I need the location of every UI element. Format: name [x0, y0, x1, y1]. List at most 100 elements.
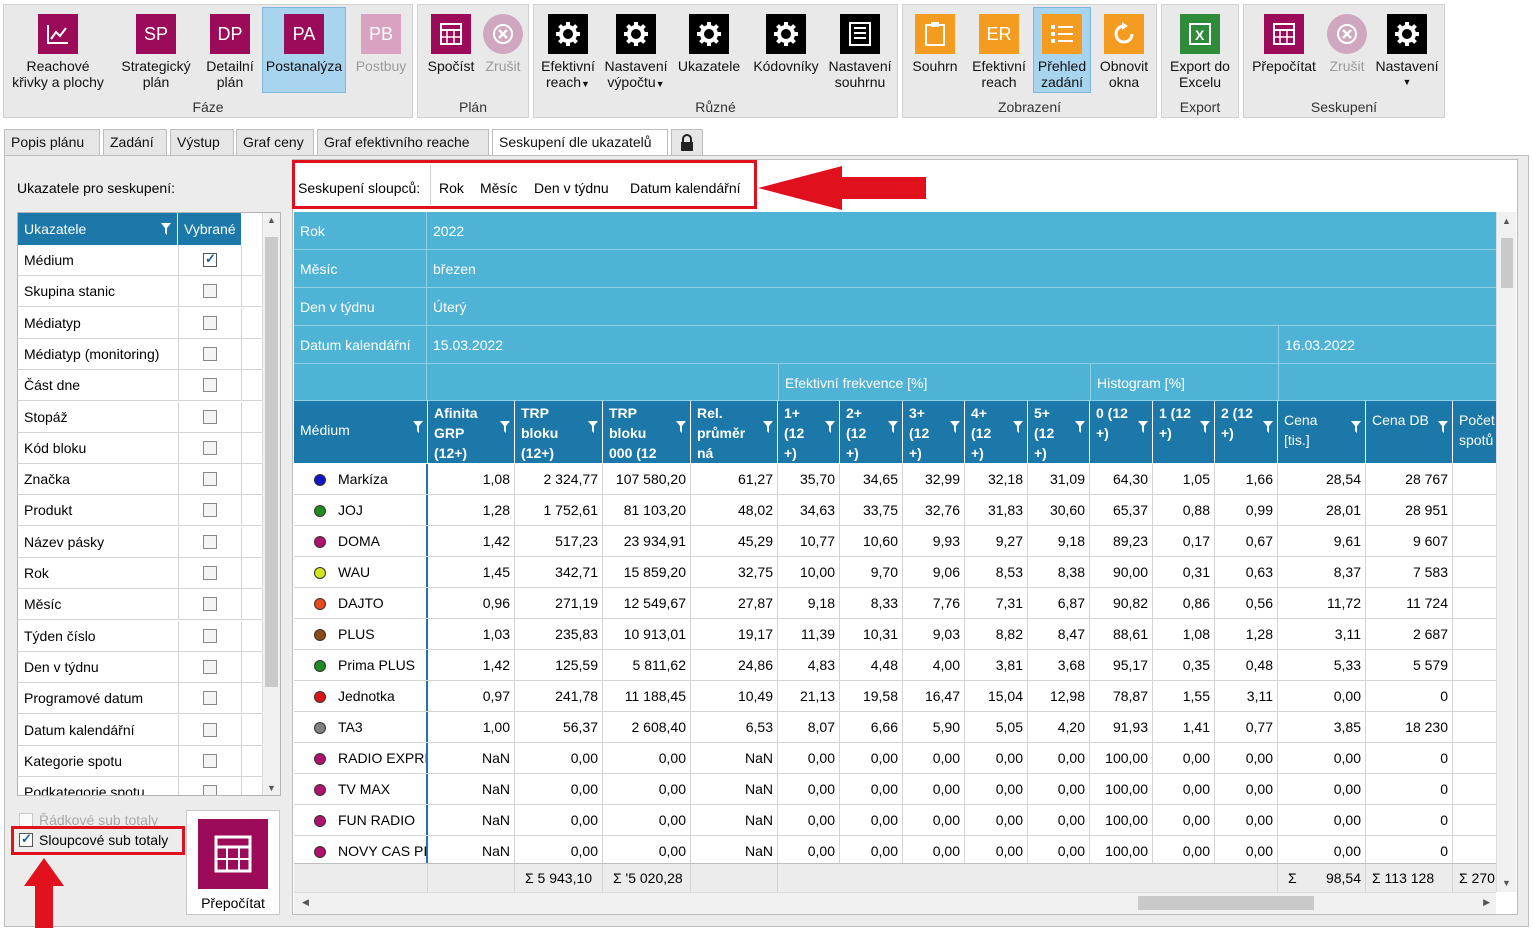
indicator-row[interactable]: Den v týdnu — [18, 651, 262, 683]
indicator-checkbox[interactable] — [203, 472, 217, 487]
scroll-thumb[interactable] — [1138, 896, 1314, 910]
filter-icon[interactable] — [588, 421, 598, 433]
column-header[interactable]: 4+ (12 +) — [965, 401, 1028, 463]
tab-plan-description[interactable]: Popis plánu — [4, 129, 100, 156]
indicator-checkbox[interactable] — [203, 722, 217, 737]
reach-curves-button[interactable]: Reachové křivky a plochy — [6, 7, 110, 95]
column-header[interactable]: 3+ (12 +) — [903, 401, 965, 463]
table-row[interactable]: DAJTO 0,96 271,19 12 549,67 27,87 9,18 8,33 7,7… — [294, 588, 1496, 619]
indicator-checkbox[interactable] — [203, 251, 217, 267]
scroll-down-icon[interactable]: ▼ — [1502, 878, 1511, 888]
refresh-windows-button[interactable]: Obnovit okna — [1093, 7, 1155, 95]
summary-settings-button[interactable]: Nastavení souhrnu — [826, 7, 894, 95]
column-header[interactable]: Rel. průměr ná — [691, 401, 778, 463]
tab-lock[interactable] — [671, 129, 703, 156]
indicators-button[interactable]: Ukazatele — [674, 7, 744, 95]
summary-button[interactable]: Souhrn — [905, 7, 965, 95]
indicator-checkbox[interactable] — [203, 503, 217, 518]
filter-icon[interactable] — [763, 421, 773, 433]
indicator-checkbox[interactable] — [203, 378, 217, 393]
indicator-row[interactable]: Médiatyp — [18, 307, 262, 339]
indicator-row[interactable]: Měsíc — [18, 589, 262, 621]
tab-input[interactable]: Zadání — [103, 129, 167, 156]
indicator-checkbox[interactable] — [203, 691, 217, 706]
strategic-plan-button[interactable]: SP Strategický plán — [114, 7, 198, 95]
computation-settings-button[interactable]: Nastavení výpočtu▼ — [602, 7, 670, 95]
indicator-checkbox[interactable] — [203, 346, 217, 361]
filter-icon[interactable] — [413, 421, 423, 433]
grouping-settings-button[interactable]: Nastavení ▼ — [1372, 7, 1442, 95]
column-header[interactable]: Médium — [294, 401, 428, 463]
effective-reach-settings-button[interactable]: Efektivní reach▼ — [536, 7, 600, 95]
indicator-checkbox[interactable] — [203, 440, 217, 455]
table-row[interactable]: WAU 1,45 342,71 15 859,20 32,75 10,00 9,70 9,06… — [294, 557, 1496, 588]
column-header[interactable]: 2+ (12 +) — [840, 401, 903, 463]
column-header[interactable]: 5+ (12 +) — [1028, 401, 1090, 463]
filter-icon[interactable] — [1138, 421, 1148, 433]
filter-icon[interactable] — [1075, 421, 1085, 433]
indicator-checkbox[interactable] — [203, 659, 217, 674]
filter-icon[interactable] — [1438, 421, 1448, 433]
scroll-right-icon[interactable]: ▶ — [1483, 897, 1490, 908]
tab-price-chart[interactable]: Graf ceny — [236, 129, 314, 156]
filter-icon[interactable] — [1200, 421, 1210, 433]
cancel-plan-button[interactable]: Zrušit — [480, 7, 526, 95]
scroll-up-icon[interactable]: ▲ — [267, 215, 276, 225]
indicator-row[interactable]: Programové datum — [18, 683, 262, 715]
indicator-row[interactable]: Skupina stanic — [18, 276, 262, 308]
tab-grouping-by-indicators[interactable]: Seskupení dle ukazatelů — [492, 129, 668, 157]
indicators-scrollbar[interactable]: ▲ ▼ — [262, 213, 280, 795]
table-row[interactable]: FUN RADIO NaN 0,00 0,00 NaN 0,00 0,00 0,00 0,00 0… — [294, 805, 1496, 836]
selected-column-header[interactable]: Vybrané — [178, 213, 242, 245]
indicator-row[interactable]: Kategorie spotu — [18, 745, 262, 777]
tab-output[interactable]: Výstup — [170, 129, 234, 156]
indicator-row[interactable]: Stopáž — [18, 401, 262, 433]
indicator-row[interactable]: Médiatyp (monitoring) — [18, 338, 262, 370]
indicator-row[interactable]: Týden číslo — [18, 620, 262, 652]
detail-plan-button[interactable]: DP Detailní plán — [200, 7, 260, 95]
indicator-row[interactable]: Kód bloku — [18, 432, 262, 464]
indicator-row[interactable]: Část dne — [18, 370, 262, 402]
scroll-down-icon[interactable]: ▼ — [267, 783, 276, 793]
table-row[interactable]: RADIO EXPRI NaN 0,00 0,00 NaN 0,00 0,00 0,00 0,0… — [294, 743, 1496, 774]
indicator-checkbox[interactable] — [203, 566, 217, 580]
table-vertical-scrollbar[interactable]: ▲ ▼ — [1496, 212, 1516, 892]
export-excel-button[interactable]: X Export do Excelu — [1164, 7, 1236, 95]
column-header[interactable]: Počet spotů — [1453, 401, 1496, 463]
table-row[interactable]: JOJ 1,28 1 752,61 81 103,20 48,02 34,63 33,75 3… — [294, 495, 1496, 526]
indicator-checkbox[interactable] — [203, 409, 217, 424]
indicator-checkbox[interactable] — [203, 534, 217, 549]
column-header[interactable]: 1 (12 +) — [1153, 401, 1215, 463]
indicator-checkbox[interactable] — [203, 597, 217, 612]
indicator-checkbox[interactable] — [203, 753, 217, 768]
cancel-grouping-button[interactable]: Zrušit — [1324, 7, 1370, 95]
indicator-checkbox[interactable] — [203, 315, 217, 330]
column-header[interactable]: 1+ (12 +) — [778, 401, 840, 463]
table-horizontal-scrollbar[interactable]: ◀ ▶ — [294, 892, 1496, 914]
codebooks-button[interactable]: Kódovníky — [748, 7, 824, 95]
scroll-left-icon[interactable]: ◀ — [302, 897, 309, 908]
postanalysis-button[interactable]: PA Postanalýza — [262, 7, 346, 93]
input-overview-button[interactable]: Přehled zadání — [1033, 7, 1091, 93]
indicator-checkbox[interactable] — [203, 785, 217, 795]
indicator-row[interactable]: Podkategorie spotu — [18, 777, 262, 795]
recalculate-button[interactable]: Přepočítat — [186, 810, 280, 915]
table-row[interactable]: PLUS 1,03 235,83 10 913,01 19,17 11,39 10,31 9,… — [294, 619, 1496, 650]
column-header[interactable]: 2 (12 +) — [1215, 401, 1278, 463]
indicator-row[interactable]: Datum kalendářní — [18, 714, 262, 746]
filter-icon[interactable] — [676, 421, 686, 433]
table-row[interactable]: TA3 1,00 56,37 2 608,40 6,53 8,07 6,66 5,90 5,05… — [294, 712, 1496, 743]
filter-icon[interactable] — [950, 421, 960, 433]
table-row[interactable]: DOMA 1,42 517,23 23 934,91 45,29 10,77 10,60 9,… — [294, 526, 1496, 557]
indicator-row[interactable]: Médium — [18, 245, 262, 276]
column-header[interactable]: Afinita GRP (12+) — [428, 401, 515, 463]
scroll-thumb[interactable] — [1501, 238, 1513, 288]
column-header[interactable]: 0 (12 +) — [1090, 401, 1153, 463]
indicators-column-header[interactable]: Ukazatele — [18, 213, 178, 245]
effective-reach-view-button[interactable]: ER Efektivní reach — [967, 7, 1031, 95]
indicator-row[interactable]: Rok — [18, 558, 262, 589]
compute-button[interactable]: Spočíst — [422, 7, 480, 95]
indicator-row[interactable]: Název pásky — [18, 526, 262, 558]
table-row[interactable]: Markíza 1,08 2 324,77 107 580,20 61,27 35,70 3… — [294, 464, 1496, 495]
table-row[interactable]: Prima PLUS 1,42 125,59 5 811,62 24,86 4,83 4,4… — [294, 650, 1496, 681]
